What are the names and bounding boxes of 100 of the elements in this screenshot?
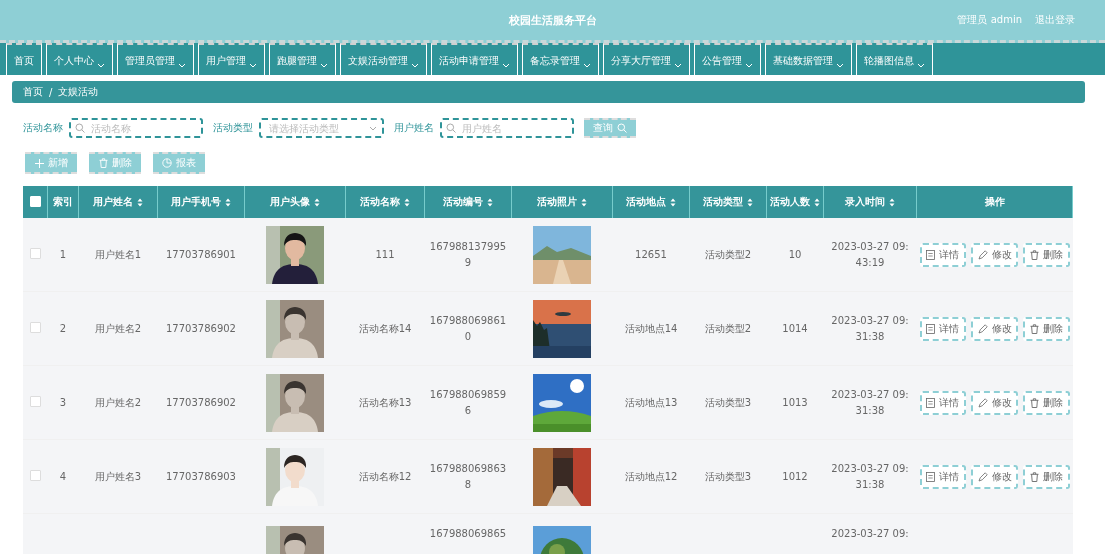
row-checkbox[interactable]	[29, 396, 41, 407]
table-cell-text: 活动名称12	[358, 469, 412, 484]
detail-button[interactable]: 详情	[919, 242, 967, 267]
table-cell-text: 活动类型3	[704, 469, 752, 484]
nav-menu-item[interactable]: 基础数据管理	[765, 43, 852, 75]
table-cell-text: 1	[59, 247, 67, 262]
search-field[interactable]: 用户姓名	[440, 118, 574, 138]
caret-icon	[320, 63, 328, 68]
table-cell-text: 活动名称13	[358, 395, 412, 410]
table-cell-text: 活动地点12	[624, 469, 678, 484]
nav-menu-item[interactable]: 备忘录管理	[522, 43, 599, 75]
edit-button[interactable]: 修改	[971, 464, 1018, 489]
delete-button[interactable]: 删除	[1022, 390, 1070, 415]
nav-menu-item[interactable]: 个人中心	[46, 43, 113, 75]
select-all-checkbox[interactable]	[29, 195, 41, 207]
table-cell-text: 活动名称14	[358, 321, 412, 336]
sort-icon	[889, 197, 895, 207]
breadcrumb-item[interactable]: 首页	[23, 85, 43, 99]
field-label: 活动名称	[23, 121, 63, 135]
caret-icon	[583, 63, 591, 68]
table-cell-text: 1679880698596	[428, 387, 508, 418]
delete-button[interactable]: 删除	[1022, 242, 1070, 267]
nav-menu-item[interactable]: 首页	[6, 43, 42, 75]
table-cell-text: 2	[59, 321, 67, 336]
column-header[interactable]: 用户头像	[244, 186, 346, 218]
table-cell-text: 用户姓名1	[94, 247, 142, 262]
edit-button[interactable]: 修改	[971, 390, 1018, 415]
edit-button[interactable]: 修改	[971, 316, 1018, 341]
sort-icon	[487, 197, 493, 207]
column-header[interactable]: 活动编号	[424, 186, 512, 218]
caret-icon	[502, 63, 510, 68]
table-cell-text: 1012	[782, 469, 808, 484]
table-cell-text: 17703786902	[166, 321, 236, 336]
document-icon	[926, 249, 936, 260]
detail-button[interactable]: 详情	[919, 464, 967, 489]
column-header[interactable]: 用户姓名	[78, 186, 158, 218]
breadcrumb-separator: /	[49, 86, 53, 98]
table-cell-text: 17703786902	[166, 395, 236, 410]
site-title: 校园生活服务平台	[508, 12, 597, 28]
table-cell-text: 4	[59, 469, 67, 484]
table-cell-text: 活动类型2	[704, 321, 752, 336]
pencil-icon	[977, 471, 988, 482]
table-cell-text: 活动地点14	[624, 321, 678, 336]
nav-menu-item[interactable]: 分享大厅管理	[603, 43, 690, 75]
trash-icon	[1029, 323, 1039, 334]
table-cell-text: 17703786901	[166, 247, 236, 262]
nav-menu-item[interactable]: 跑腿管理	[269, 43, 336, 75]
column-header[interactable]: 活动名称	[345, 186, 425, 218]
table-cell-text: 用户姓名3	[94, 469, 142, 484]
nav-menu-item[interactable]: 轮播图信息	[856, 43, 933, 75]
nav-menu-item[interactable]: 管理员管理	[117, 43, 194, 75]
search-field[interactable]: 活动名称	[69, 118, 203, 138]
sort-icon	[225, 197, 231, 207]
breadcrumb-item: 文娱活动	[58, 85, 99, 99]
plus-icon	[34, 158, 44, 168]
table-cell-text: 10	[788, 247, 802, 262]
column-header[interactable]: 活动地点	[612, 186, 690, 218]
caret-icon	[97, 63, 105, 68]
caret-icon	[411, 63, 419, 68]
caret-icon	[674, 63, 682, 68]
sort-icon	[747, 197, 753, 207]
sort-icon	[581, 197, 587, 207]
detail-button[interactable]: 详情	[919, 390, 967, 415]
search-icon	[75, 123, 85, 133]
table-cell-text: 活动类型2	[704, 247, 752, 262]
detail-button[interactable]: 详情	[919, 316, 967, 341]
table-cell-text: 111	[375, 247, 395, 262]
column-header[interactable]: 活动照片	[511, 186, 613, 218]
caret-icon	[836, 63, 844, 68]
delete-button[interactable]: 删除	[1022, 464, 1070, 489]
row-checkbox[interactable]	[29, 248, 41, 259]
column-header[interactable]: 活动类型	[689, 186, 767, 218]
sort-icon	[314, 197, 320, 207]
sort-icon	[137, 197, 143, 207]
caret-icon	[369, 126, 377, 131]
column-header[interactable]: 活动人数	[766, 186, 824, 218]
trash-icon	[1029, 249, 1039, 260]
nav-menu-item[interactable]: 用户管理	[198, 43, 265, 75]
table-cell-text: 1014	[782, 321, 808, 336]
table-cell-text: 2023-03-27 09:31:38	[830, 313, 910, 344]
sort-icon	[404, 197, 410, 207]
table-cell-text: 2023-03-27 09:	[830, 527, 910, 541]
column-header[interactable]: 录入时间	[823, 186, 917, 218]
document-icon	[926, 397, 936, 408]
table-cell-text: 17703786903	[166, 469, 236, 484]
column-header: 操作	[916, 186, 1073, 218]
column-header[interactable]: 用户手机号	[157, 186, 245, 218]
document-icon	[926, 471, 936, 482]
edit-button[interactable]: 修改	[971, 242, 1018, 267]
nav-menu-item[interactable]: 公告管理	[694, 43, 761, 75]
table-cell-text: 活动类型3	[704, 395, 752, 410]
nav-menu-item[interactable]: 活动申请管理	[431, 43, 518, 75]
table-cell-text: 用户姓名2	[94, 321, 142, 336]
row-checkbox[interactable]	[29, 470, 41, 481]
table-cell-text: 活动地点13	[624, 395, 678, 410]
nav-menu-item[interactable]: 文娱活动管理	[340, 43, 427, 75]
table-cell-text: 2023-03-27 09:43:19	[830, 239, 910, 270]
caret-icon	[249, 63, 257, 68]
row-checkbox[interactable]	[29, 322, 41, 333]
delete-button[interactable]: 删除	[1022, 316, 1070, 341]
